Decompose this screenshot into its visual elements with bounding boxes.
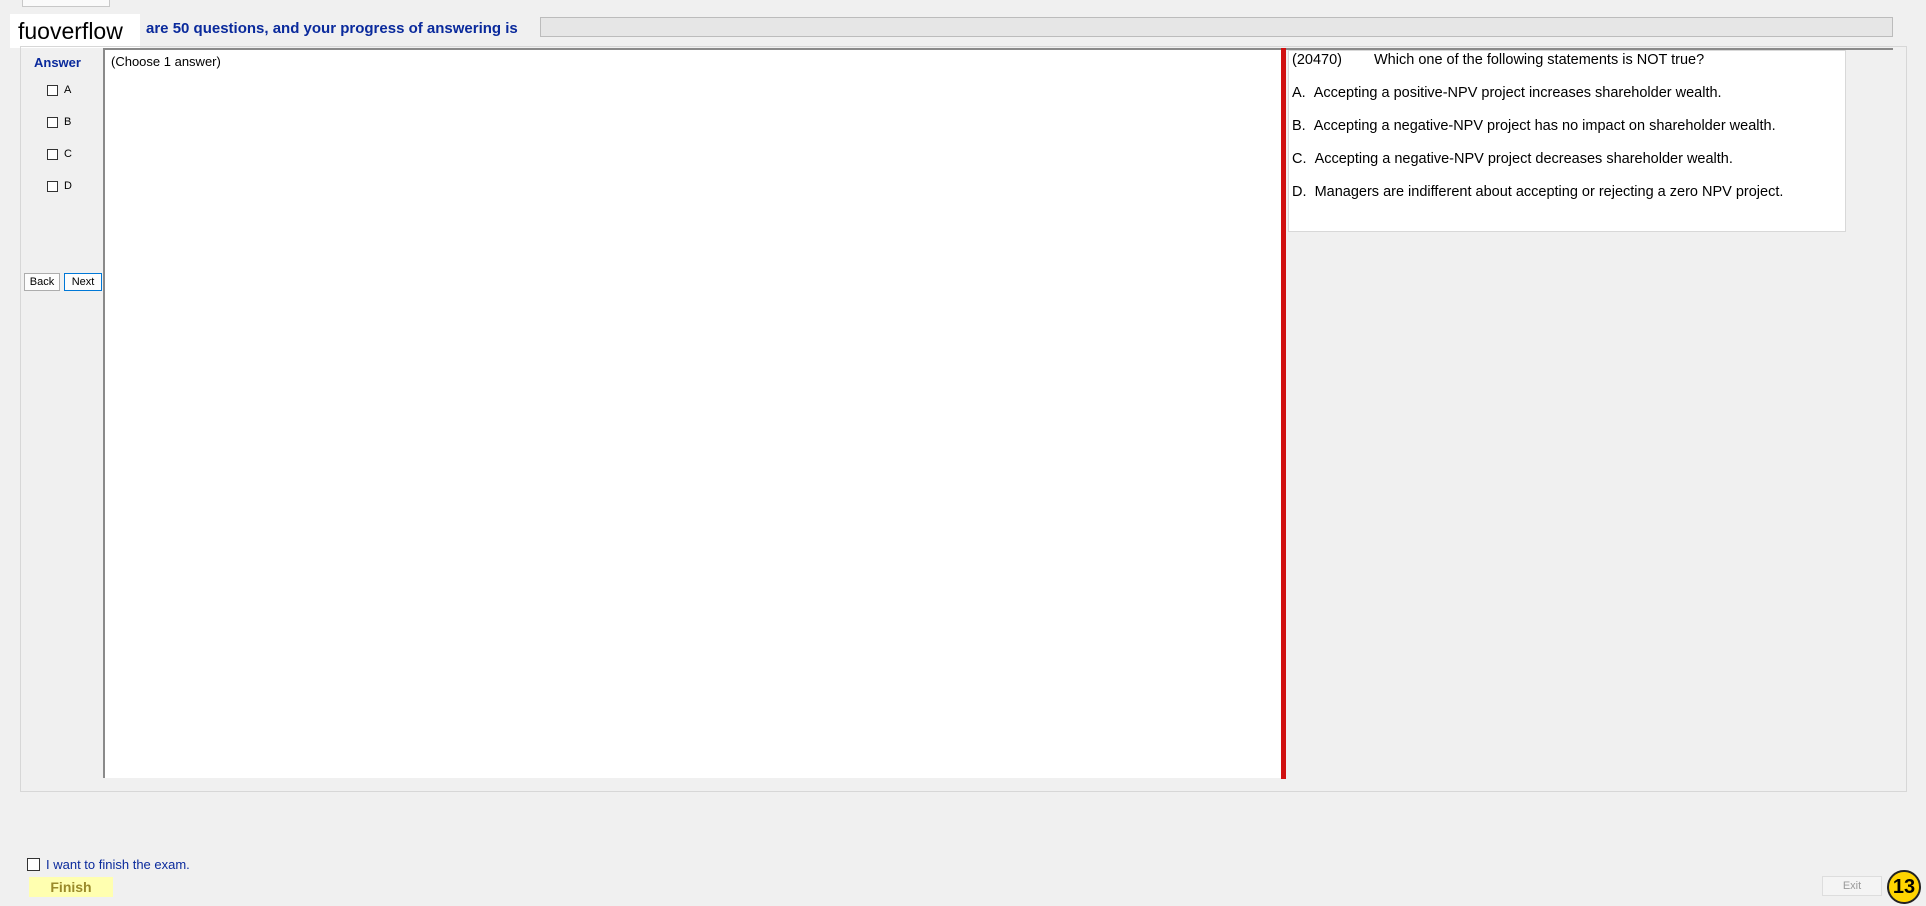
question-option-a: A. Accepting a positive-NPV project incr…	[1292, 85, 1722, 101]
option-text: Managers are indifferent about accepting…	[1314, 184, 1784, 200]
question-panel: (20470) Which one of the following statem…	[1288, 50, 1846, 232]
option-letter: B.	[1292, 118, 1306, 134]
answer-option-b[interactable]: B	[47, 114, 71, 130]
question-option-d: D. Managers are indifferent about accept…	[1292, 184, 1783, 200]
answer-text-area: (Choose 1 answer)	[103, 48, 1281, 778]
option-text: Accepting a positive-NPV project increas…	[1313, 85, 1722, 101]
answer-title: Answer	[34, 55, 81, 70]
window-tab	[22, 0, 110, 7]
checkbox-a[interactable]	[47, 84, 58, 96]
finish-checkbox-label[interactable]: I want to finish the exam.	[46, 857, 190, 872]
back-button[interactable]: Back	[24, 273, 60, 291]
panel-divider[interactable]	[1281, 48, 1286, 779]
question-count-badge: 13	[1887, 870, 1921, 904]
next-button[interactable]: Next	[64, 273, 102, 291]
answer-option-label: D	[64, 180, 72, 192]
question-option-c: C. Accepting a negative-NPV project decr…	[1292, 151, 1733, 167]
answer-panel: Answer A B C D Back Next	[22, 50, 102, 770]
answer-option-label: B	[64, 116, 72, 128]
answer-option-c[interactable]: C	[47, 146, 72, 162]
answer-option-a[interactable]: A	[47, 82, 71, 98]
answer-option-d[interactable]: D	[47, 178, 72, 194]
checkbox-c[interactable]	[47, 148, 58, 160]
brand-logo: fuoverflow	[10, 14, 140, 48]
checkbox-b[interactable]	[47, 116, 58, 128]
finish-checkbox[interactable]	[27, 858, 40, 871]
question-option-b: B. Accepting a negative-NPV project has …	[1292, 118, 1776, 134]
progress-caption: are 50 questions, and your progress of a…	[146, 20, 518, 37]
question-number: (20470)	[1292, 52, 1342, 68]
option-letter: C.	[1292, 151, 1307, 167]
answer-option-label: C	[64, 148, 72, 160]
option-text: Accepting a negative-NPV project has no …	[1313, 118, 1776, 134]
finish-confirm[interactable]: I want to finish the exam.	[27, 857, 190, 872]
answer-option-label: A	[64, 84, 72, 96]
option-letter: A.	[1292, 85, 1306, 101]
option-text: Accepting a negative-NPV project decreas…	[1314, 151, 1733, 167]
question-line: (20470) Which one of the following statem…	[1292, 52, 1704, 68]
progress-bar	[540, 17, 1893, 37]
exit-button[interactable]: Exit	[1822, 876, 1882, 896]
choose-instruction: (Choose 1 answer)	[111, 54, 221, 69]
checkbox-d[interactable]	[47, 180, 58, 192]
option-letter: D.	[1292, 184, 1307, 200]
question-text: Which one of the following statements is…	[1374, 52, 1705, 68]
finish-button[interactable]: Finish	[29, 877, 113, 897]
